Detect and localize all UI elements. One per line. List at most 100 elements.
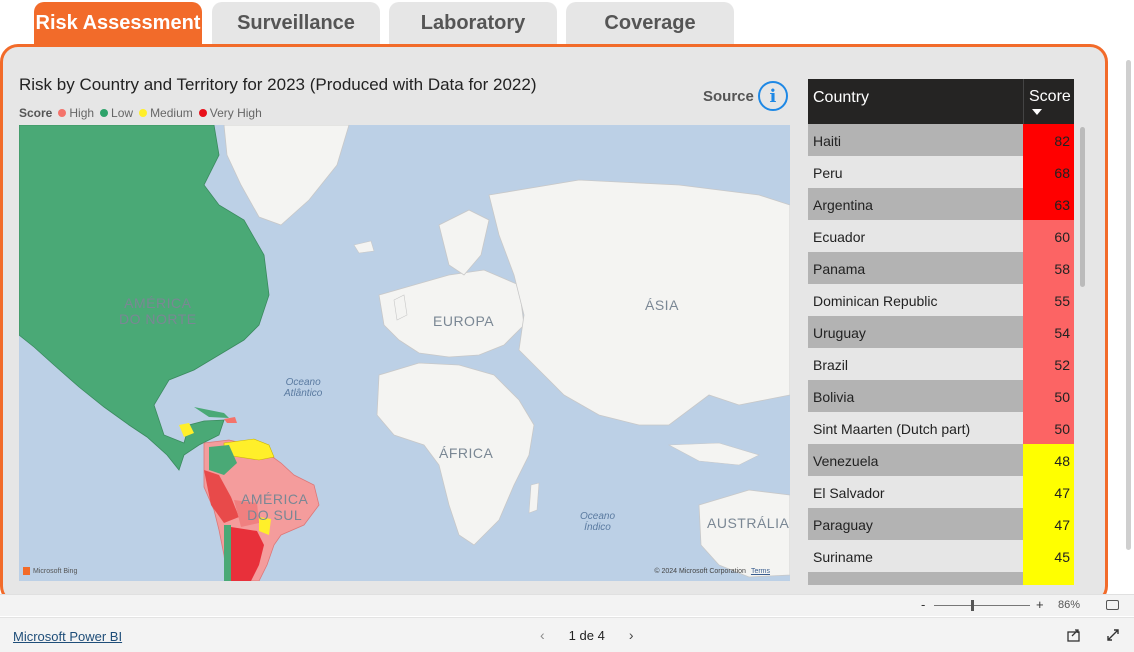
legend-item-high[interactable]: High [58,106,94,120]
header-score-label: Score [1029,88,1071,105]
table-row[interactable]: Panama 58 [808,252,1074,284]
page-indicator: 1 de 4 [568,627,605,643]
score-cell: 52 [1023,348,1074,380]
legend-item-medium[interactable]: Medium [139,106,193,120]
bing-label: Microsoft Bing [33,567,78,575]
country-cell: Ecuador [808,220,1023,252]
next-page-icon[interactable]: › [629,627,634,643]
info-icon[interactable]: i [757,81,788,111]
bing-attribution: Microsoft Bing [23,567,77,575]
zoom-slider[interactable] [934,605,1030,606]
fullscreen-icon[interactable] [1105,627,1121,643]
score-cell: 50 [1023,380,1074,412]
country-cell: El Salvador [808,476,1023,508]
label-north-america: AMÉRICA DO NORTE [119,295,197,327]
legend-item-low[interactable]: Low [100,106,133,120]
score-cell: 68 [1023,156,1074,188]
page-scrollbar[interactable] [1126,60,1131,550]
country-cell: Bolivia [808,380,1023,412]
table-row[interactable]: Argentina 63 [808,188,1074,220]
table-body: Haiti 82 Peru 68 Argentina 63 Ecuador 60 Panama 5… [808,124,1074,585]
score-cell: 45 [1023,540,1074,572]
table-row[interactable] [808,572,1074,585]
score-cell: 48 [1023,444,1074,476]
country-cell: Paraguay [808,508,1023,540]
label-australia: AUSTRÁLIA [707,515,790,531]
bing-logo-icon [23,567,30,575]
score-cell: 47 [1023,476,1074,508]
source-button[interactable]: Source i [703,81,788,111]
table-row[interactable]: Uruguay 54 [808,316,1074,348]
table-row[interactable]: El Salvador 47 [808,476,1074,508]
map-copyright: © 2024 Microsoft Corporation Terms [654,568,770,575]
label-indian: Oceano Índico [580,511,616,533]
country-cell: Brazil [808,348,1023,380]
score-cell: 47 [1023,508,1074,540]
footer-bar: Microsoft Power BI ‹ 1 de 4 › [0,617,1134,652]
table-row[interactable]: Paraguay 47 [808,508,1074,540]
legend-dot-icon [139,109,148,117]
score-cell: 50 [1023,412,1074,444]
score-cell: 60 [1023,220,1074,252]
country-cell: Argentina [808,188,1023,220]
score-cell: 55 [1023,284,1074,316]
power-bi-link[interactable]: Microsoft Power BI [13,629,122,644]
report-root: Risk Assessment Surveillance Laboratory … [0,0,1134,652]
table-row[interactable]: Venezuela 48 [808,444,1074,476]
table-row[interactable]: Brazil 52 [808,348,1074,380]
zoom-slider-thumb[interactable] [971,600,974,611]
tab-risk-assessment[interactable]: Risk Assessment [34,2,202,44]
table-scrollbar[interactable] [1080,127,1085,287]
tab-coverage[interactable]: Coverage [566,2,734,44]
terms-link[interactable]: Terms [751,568,770,575]
country-cell: Panama [808,252,1023,284]
zoom-in-button[interactable]: + [1036,597,1044,612]
tab-surveillance[interactable]: Surveillance [212,2,380,44]
table-row[interactable]: Haiti 82 [808,124,1074,156]
zoom-out-button[interactable]: - [921,597,925,612]
legend-dot-icon [198,109,207,117]
country-cell: Peru [808,156,1023,188]
header-score[interactable]: Score [1023,79,1074,124]
table-row[interactable]: Suriname 45 [808,540,1074,572]
table-row[interactable]: Ecuador 60 [808,220,1074,252]
table-row[interactable]: Dominican Republic 55 [808,284,1074,316]
label-atlantic: Oceano Atlântico [284,377,323,399]
table-header: Country Score [808,79,1074,124]
score-cell: 54 [1023,316,1074,348]
legend-label: Low [111,106,134,120]
table-row[interactable]: Sint Maarten (Dutch part) 50 [808,412,1074,444]
legend-dot-icon [100,109,109,117]
table-row[interactable]: Bolivia 50 [808,380,1074,412]
zoom-percent: 86% [1058,599,1081,611]
header-country[interactable]: Country [808,79,1023,124]
country-cell: Uruguay [808,316,1023,348]
country-cell [808,572,1023,585]
label-asia: ÁSIA [645,297,679,313]
risk-map[interactable]: AMÉRICA DO NORTE EUROPA ÁSIA ÁFRICA AMÉRI… [19,125,790,581]
legend-title: Score [19,106,53,120]
map-legend: Score High Low Medium Very High [19,106,268,120]
page-navigator: ‹ 1 de 4 › [540,627,634,643]
score-table[interactable]: Country Score Haiti 82 Peru 68 Argentina 63 Ec… [808,79,1074,585]
score-cell [1023,572,1074,585]
country-cell: Suriname [808,540,1023,572]
table-row[interactable]: Peru 68 [808,156,1074,188]
zoom-bar: - + 86% [0,594,1134,616]
visual-title: Risk by Country and Territory for 2023 (… [19,75,537,94]
share-icon[interactable] [1066,627,1082,643]
fit-to-page-icon[interactable] [1106,600,1119,610]
label-europe: EUROPA [433,313,495,329]
legend-label: Medium [150,106,193,120]
score-cell: 58 [1023,252,1074,284]
source-label: Source [703,87,754,105]
country-cell: Dominican Republic [808,284,1023,316]
legend-item-very-high[interactable]: Very High [198,106,262,120]
tab-laboratory[interactable]: Laboratory [389,2,557,44]
sort-desc-icon [1032,109,1042,115]
country-cell: Haiti [808,124,1023,156]
score-cell: 82 [1023,124,1074,156]
prev-page-icon[interactable]: ‹ [540,627,545,643]
legend-dot-icon [58,109,67,117]
score-cell: 63 [1023,188,1074,220]
